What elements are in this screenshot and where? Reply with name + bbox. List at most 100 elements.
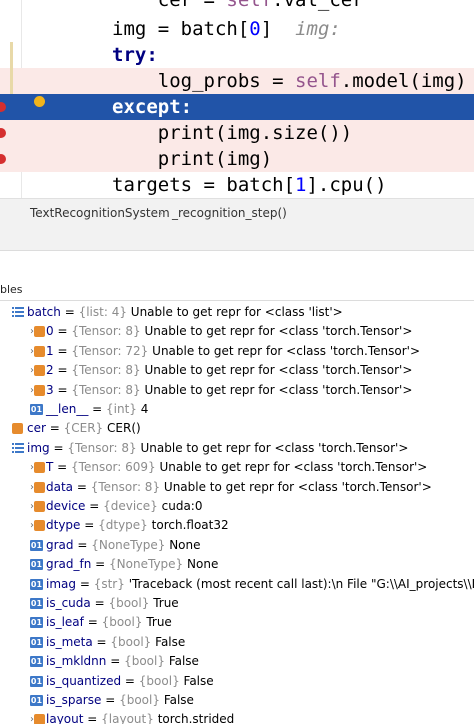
debug-panel-header	[0, 251, 474, 275]
variable-name: data	[46, 479, 74, 494]
execution-line[interactable]: except:	[0, 94, 474, 120]
inline-value-hint: img:	[295, 18, 341, 40]
code-line[interactable]: log_probs = self.model(img)	[0, 68, 474, 94]
list-icon	[12, 307, 24, 318]
variable-row[interactable]: 01 grad = {NoneType} None	[0, 536, 474, 555]
variable-value: False	[168, 654, 199, 669]
variable-row[interactable]: › 3 = {Tensor: 8} Unable to get repr for …	[0, 381, 474, 400]
variable-value: torch.strided	[157, 712, 235, 724]
code-line[interactable]: print(img)	[0, 146, 474, 172]
code-line[interactable]: try:	[0, 42, 474, 68]
code-line[interactable]: print(img.size())	[0, 120, 474, 146]
object-icon	[34, 345, 45, 357]
variable-type: {CER}	[63, 421, 104, 436]
variable-row[interactable]: › 0 = {Tensor: 8} Unable to get repr for …	[0, 322, 474, 341]
variable-value: Unable to get repr for <class 'torch.Ten…	[163, 479, 432, 494]
change-marker	[10, 42, 13, 94]
variable-type: {device}	[103, 499, 158, 513]
variable-name: batch	[27, 305, 61, 319]
variable-row[interactable]: 01 is_sparse = {bool} False	[0, 691, 474, 710]
object-icon	[34, 365, 45, 377]
variable-name: is_quantized	[46, 673, 122, 688]
variable-type: {bool}	[124, 654, 165, 669]
variable-row[interactable]: › 2 = {Tensor: 8} Unable to get repr for …	[0, 361, 474, 380]
variable-type: {NoneType}	[91, 537, 166, 552]
variable-value: torch.float32	[151, 518, 229, 533]
variable-type: {Tensor: 72}	[71, 343, 149, 358]
intention-bulb-icon[interactable]	[34, 96, 45, 107]
variable-row[interactable]: › layout = {layout} torch.strided	[0, 710, 474, 724]
variable-name: grad_fn	[46, 557, 92, 572]
object-icon	[34, 520, 45, 532]
variable-name: imag	[46, 576, 76, 591]
code-line[interactable]: cer = self.val_cer	[0, 0, 474, 13]
variable-name: 0	[46, 324, 54, 339]
variable-row[interactable]: 01 is_cuda = {bool} True	[0, 594, 474, 613]
variable-value: CER()	[107, 421, 141, 436]
variable-value: True	[146, 615, 172, 630]
variable-type: {list: 4}	[78, 305, 127, 319]
variable-value: False	[163, 693, 194, 707]
code-line[interactable]: img = batch[0] img:	[0, 16, 474, 42]
variable-type: {bool}	[138, 673, 180, 688]
variable-name: 3	[46, 382, 54, 397]
variable-row[interactable]: 01 grad_fn = {NoneType} None	[0, 555, 474, 574]
variable-row[interactable]: › 1 = {Tensor: 72} Unable to get repr for…	[0, 342, 474, 361]
variable-type: {dtype}	[98, 518, 148, 533]
variable-row[interactable]: 01 is_mkldnn = {bool} False	[0, 652, 474, 671]
variable-row[interactable]: 01 __len__ = {int} 4	[0, 400, 474, 419]
variables-tree[interactable]: batch = {list: 4} Unable to get repr for…	[0, 303, 474, 724]
field-01-icon: 01	[30, 636, 43, 648]
field-01-icon: 01	[30, 539, 43, 551]
variable-row[interactable]: img = {Tensor: 8} Unable to get repr for…	[0, 439, 474, 458]
field-01-icon: 01	[30, 695, 43, 706]
debug-toolstrip	[0, 226, 474, 251]
variable-name: 1	[46, 343, 54, 358]
variable-row[interactable]: › T = {Tensor: 609} Unable to get repr fo…	[0, 458, 474, 477]
field-01-icon: 01	[30, 598, 43, 609]
variable-row[interactable]: batch = {list: 4} Unable to get repr for…	[0, 303, 474, 322]
variable-value: Unable to get repr for <class 'torch.Ten…	[152, 343, 421, 358]
breadcrumb-method[interactable]: _recognition_step()	[172, 206, 287, 220]
variable-value: Unable to get repr for <class 'torch.Ten…	[144, 324, 413, 339]
variable-type: {Tensor: 8}	[71, 324, 141, 339]
variable-name: layout	[46, 712, 84, 724]
object-icon	[34, 714, 45, 724]
variable-value: Unable to get repr for <class 'torch.Ten…	[144, 382, 413, 397]
field-01-icon: 01	[30, 617, 43, 629]
breadcrumb-class[interactable]: TextRecognitionSystem	[30, 206, 170, 220]
variable-row[interactable]: 01 is_leaf = {bool} True	[0, 613, 474, 632]
field-01-icon: 01	[30, 675, 43, 687]
code-line[interactable]: targets = batch[1].cpu()	[0, 172, 474, 198]
object-icon	[34, 326, 45, 338]
variable-type: {Tensor: 8}	[71, 363, 141, 378]
variable-type: {NoneType}	[109, 557, 184, 572]
object-icon	[34, 481, 45, 493]
variable-row[interactable]: › data = {Tensor: 8} Unable to get repr f…	[0, 478, 474, 497]
variable-type: {bool}	[108, 596, 150, 610]
variable-row[interactable]: › dtype = {dtype} torch.float32	[0, 516, 474, 535]
object-icon	[34, 501, 45, 512]
variable-row[interactable]: 01 imag = {str} 'Traceback (most recent c…	[0, 575, 474, 594]
variable-row[interactable]: cer = {CER} CER()	[0, 419, 474, 438]
variable-type: {bool}	[119, 693, 160, 707]
variable-value: Unable to get repr for <class 'torch.Ten…	[144, 363, 413, 378]
variable-value: None	[169, 537, 201, 552]
variable-type: {int}	[106, 402, 137, 416]
variable-name: is_sparse	[46, 693, 102, 707]
variable-type: {Tensor: 8}	[71, 382, 141, 397]
field-01-icon: 01	[30, 404, 43, 415]
variable-name: is_leaf	[46, 615, 84, 630]
variable-row[interactable]: 01 is_meta = {bool} False	[0, 633, 474, 652]
code-editor[interactable]: cer = self.val_cer img = batch[0] img: t…	[0, 0, 474, 198]
variable-name: device	[46, 499, 86, 513]
object-icon	[12, 423, 23, 435]
variable-row[interactable]: › device = {device} cuda:0	[0, 497, 474, 516]
variable-row[interactable]: 01 is_quantized = {bool} False	[0, 672, 474, 691]
object-icon	[34, 462, 45, 474]
variable-name: is_meta	[46, 634, 93, 649]
variable-name: grad	[46, 537, 74, 552]
breadcrumb: TextRecognitionSystem › _recognition_ste…	[0, 198, 474, 227]
variable-type: {bool}	[110, 634, 152, 649]
list-icon	[12, 442, 24, 454]
